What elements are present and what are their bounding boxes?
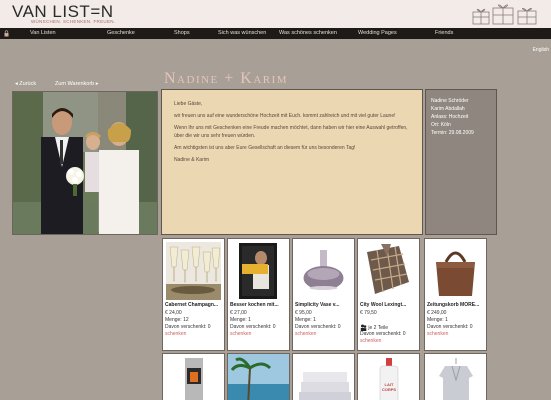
champagne-glasses-image	[166, 242, 221, 300]
product-name[interactable]: City Wool Lexingt...	[360, 302, 419, 309]
product-price: € 95,00	[295, 310, 312, 316]
product-quantity-text: je 2 Teile	[368, 324, 389, 331]
product-card[interactable]	[162, 353, 225, 400]
product-name[interactable]: Simplicity Vase v...	[295, 302, 354, 309]
nav-item-geschenke[interactable]: Geschenke	[107, 28, 135, 39]
beach-image	[228, 354, 289, 400]
lotion-bottle-image	[358, 354, 419, 400]
nav-item-van-listen[interactable]: Van Listen	[30, 28, 56, 39]
product-given: Davon verschenkt: 0	[165, 324, 211, 330]
info-location: Ort: Köln	[431, 122, 451, 128]
product-quantity: Menge: 1	[230, 317, 251, 323]
product-card[interactable]: Simplicity Vase v... € 95,00 Menge: 1 Da…	[292, 238, 355, 351]
info-groom: Karim Abdallah	[431, 106, 465, 112]
newspaper-basket-image	[428, 242, 483, 300]
gift-link[interactable]: schenken	[360, 338, 381, 345]
bathrobe-image	[425, 354, 486, 400]
nav-item-wedding-pages[interactable]: Wedding Pages	[358, 28, 397, 39]
product-card[interactable]	[424, 353, 487, 400]
welcome-letter: Liebe Gäste, wir freuen uns auf eine wun…	[161, 89, 423, 235]
product-name[interactable]: Zeitungskorb MORE...	[427, 302, 486, 309]
product-price: € 24,00	[165, 310, 182, 316]
nav-item-friends[interactable]: Friends	[435, 28, 453, 39]
product-card[interactable]: Zeitungskorb MORE... € 249,00 Menge: 1 D…	[424, 238, 487, 351]
product-price: € 249,00	[427, 310, 447, 316]
product-quantity: Menge: 12	[165, 317, 189, 323]
product-given: Davon verschenkt: 0	[360, 331, 406, 337]
product-card[interactable]: City Wool Lexingt... € 79,50 je 2 Teile …	[357, 238, 420, 351]
letter-paragraph-1: wir freuen uns auf eine wunderschöne Hoc…	[174, 113, 396, 119]
product-price: € 79,50	[360, 310, 377, 316]
lock-icon	[4, 30, 9, 37]
stove-image	[163, 354, 224, 400]
info-bride: Nadine Schröder	[431, 98, 469, 104]
nav-item-wuenschen[interactable]: Sich was wünschen	[218, 28, 266, 39]
product-given: Davon verschenkt: 0	[427, 324, 473, 330]
language-switch[interactable]: English	[533, 47, 549, 53]
couple-photo	[12, 91, 158, 235]
letter-signature: Nadine & Karim	[174, 157, 210, 163]
product-quantity: Menge: 1	[427, 317, 448, 323]
product-card[interactable]: Cabernet Champagn... € 24,00 Menge: 12 D…	[162, 238, 225, 351]
bottle-label: LAIT CORPS	[381, 382, 397, 392]
back-label: Zurück	[19, 81, 37, 87]
gift-link[interactable]: schenken	[230, 331, 251, 338]
info-occasion: Anlass: Hochzeit	[431, 114, 469, 120]
cookbook-image	[231, 242, 286, 300]
product-card[interactable]	[227, 353, 290, 400]
back-link[interactable]: ◂ Zurück	[15, 81, 36, 87]
cart-link[interactable]: Zum Warenkorb ▸	[55, 81, 99, 87]
wool-blanket-image	[361, 242, 416, 300]
people-icon	[360, 324, 367, 331]
letter-greeting: Liebe Gäste,	[174, 101, 203, 107]
vase-image	[296, 242, 351, 300]
gift-link[interactable]: schenken	[427, 331, 448, 338]
letter-paragraph-2: Wenn Ihr uns mit Geschenken eine Freude …	[174, 125, 408, 139]
gift-link[interactable]: schenken	[295, 331, 316, 338]
site-header: VAN LIST=N WÜNSCHEN. SCHENKEN. FREUEN.	[0, 0, 551, 28]
info-date: Termin: 29.08.2009	[431, 130, 474, 136]
site-tagline: WÜNSCHEN. SCHENKEN. FREUEN.	[31, 19, 116, 24]
cart-label: Zum Warenkorb	[55, 81, 95, 87]
page-title: Nadine + Karim	[164, 70, 289, 87]
product-name[interactable]: Cabernet Champagn...	[165, 302, 224, 309]
product-card[interactable]: LAIT CORPS	[357, 353, 420, 400]
main-nav: Van Listen Geschenke Shops Sich was wüns…	[0, 28, 551, 39]
product-name[interactable]: Besser kochen mit...	[230, 302, 289, 309]
product-card[interactable]	[292, 353, 355, 400]
towels-image	[293, 354, 354, 400]
nav-item-schenken[interactable]: Was schönes schenken	[279, 28, 337, 39]
letter-paragraph-3: Am wichtigsten ist uns aber Eure Gesells…	[174, 145, 356, 151]
event-info: Nadine Schröder Karim Abdallah Anlass: H…	[425, 89, 497, 235]
gift-link[interactable]: schenken	[165, 331, 186, 338]
product-card[interactable]: Besser kochen mit... € 27,00 Menge: 1 Da…	[227, 238, 290, 351]
product-price: € 27,00	[230, 310, 247, 316]
product-given: Davon verschenkt: 0	[230, 324, 276, 330]
product-quantity: Menge: 1	[295, 317, 316, 323]
gift-boxes-icon	[472, 4, 537, 25]
nav-item-shops[interactable]: Shops	[174, 28, 190, 39]
product-given: Davon verschenkt: 0	[295, 324, 341, 330]
